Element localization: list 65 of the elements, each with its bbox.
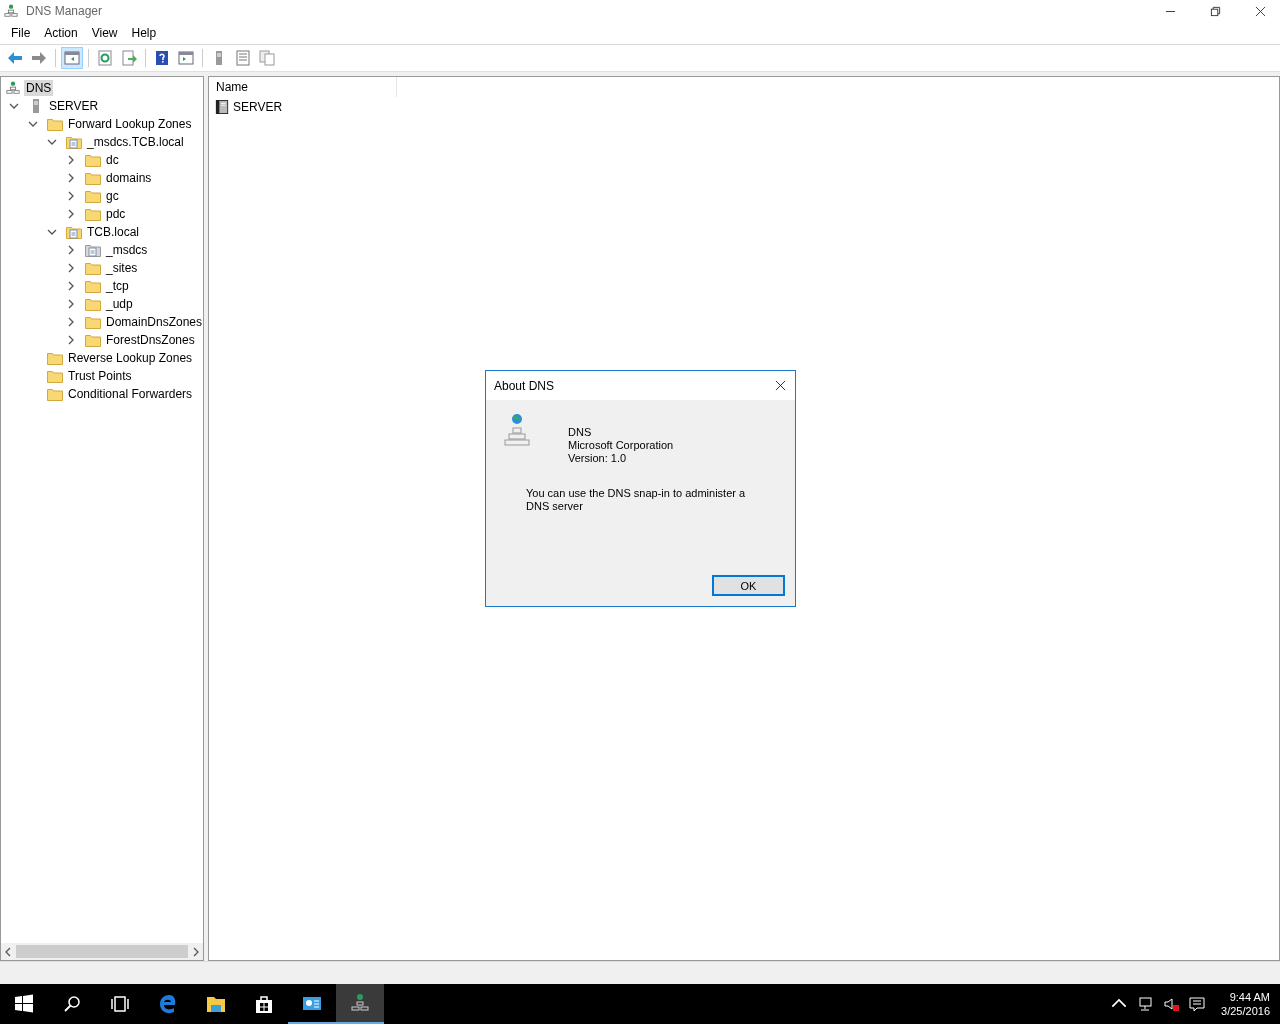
folder-icon xyxy=(47,369,63,383)
folder-icon xyxy=(85,207,101,221)
tree-item[interactable]: _msdcs.TCB.local xyxy=(85,134,186,150)
network-tree-icon xyxy=(504,414,530,448)
version-text: Version: 1.0 xyxy=(568,452,628,465)
product-name: DNS xyxy=(568,426,593,439)
notification-icon[interactable] xyxy=(1189,996,1206,1012)
zone-icon xyxy=(66,135,82,149)
menu-item[interactable]: Help xyxy=(124,24,164,42)
scroll-left-icon[interactable] xyxy=(4,946,12,957)
menu-item[interactable]: View xyxy=(84,24,125,42)
folder-icon xyxy=(85,171,101,185)
folder-icon xyxy=(47,387,63,401)
tree-item[interactable]: DNS xyxy=(24,80,54,96)
clock-time: 9:44 AM xyxy=(1229,990,1270,1004)
server-icon xyxy=(214,100,230,114)
tree-item[interactable]: Reverse Lookup Zones xyxy=(66,350,195,366)
tree-item[interactable]: gc xyxy=(104,188,121,204)
network-icon[interactable] xyxy=(1137,996,1154,1012)
tree-item[interactable]: dc xyxy=(104,152,121,168)
folder-icon xyxy=(85,297,101,311)
folder-icon xyxy=(47,351,63,365)
ok-button[interactable]: OK xyxy=(712,575,785,596)
folder-icon xyxy=(85,189,101,203)
clock-date: 3/25/2016 xyxy=(1221,1004,1270,1018)
list-item[interactable]: SERVER xyxy=(233,100,283,114)
tree-item[interactable]: Trust Points xyxy=(66,368,134,384)
tree-item[interactable]: Forward Lookup Zones xyxy=(66,116,194,132)
network-tree-icon xyxy=(4,4,18,18)
window-title: DNS Manager xyxy=(26,4,103,18)
folder-icon xyxy=(47,117,63,131)
folder-icon xyxy=(85,279,101,293)
menu-item[interactable]: Action xyxy=(37,24,85,42)
tree-item[interactable]: _sites xyxy=(104,260,140,276)
menu-item[interactable]: File xyxy=(4,24,38,42)
close-icon[interactable] xyxy=(775,380,786,391)
company-name: Microsoft Corporation xyxy=(568,439,674,452)
dialog-title: About DNS xyxy=(494,378,555,393)
tree-item[interactable]: pdc xyxy=(104,206,128,222)
zone-icon xyxy=(85,243,101,257)
folder-icon xyxy=(85,315,101,329)
volume-muted-icon[interactable] xyxy=(1163,996,1180,1012)
tree-item[interactable]: TCB.local xyxy=(85,224,141,240)
tree-item[interactable]: _msdcs xyxy=(104,242,150,258)
close-icon[interactable] xyxy=(1255,5,1266,17)
tree-item[interactable]: _udp xyxy=(104,296,135,312)
tree-item[interactable]: Conditional Forwarders xyxy=(66,386,195,402)
folder-icon xyxy=(85,153,101,167)
clock[interactable]: 9:44 AM 3/25/2016 xyxy=(1221,990,1270,1018)
scroll-right-icon[interactable] xyxy=(192,946,200,957)
folder-icon xyxy=(85,333,101,347)
tree-item[interactable]: _tcp xyxy=(104,278,131,294)
column-header[interactable]: Name xyxy=(209,77,397,97)
tree-item[interactable]: domains xyxy=(104,170,154,186)
folder-icon xyxy=(85,261,101,275)
tree-item[interactable]: DomainDnsZones xyxy=(104,314,205,330)
tree-item[interactable]: ForestDnsZones xyxy=(104,332,197,348)
tree-item[interactable]: SERVER xyxy=(47,98,101,114)
tree-tool-icon[interactable] xyxy=(61,47,83,69)
description-text: You can use the DNS snap-in to administer a DNS server xyxy=(526,487,747,513)
zone-icon xyxy=(66,225,82,239)
scrollbar-thumb[interactable] xyxy=(16,945,188,958)
network-tree-icon xyxy=(5,81,21,95)
restore-icon[interactable] xyxy=(1210,5,1221,17)
dns-taskbar-icon[interactable] xyxy=(336,984,384,1024)
